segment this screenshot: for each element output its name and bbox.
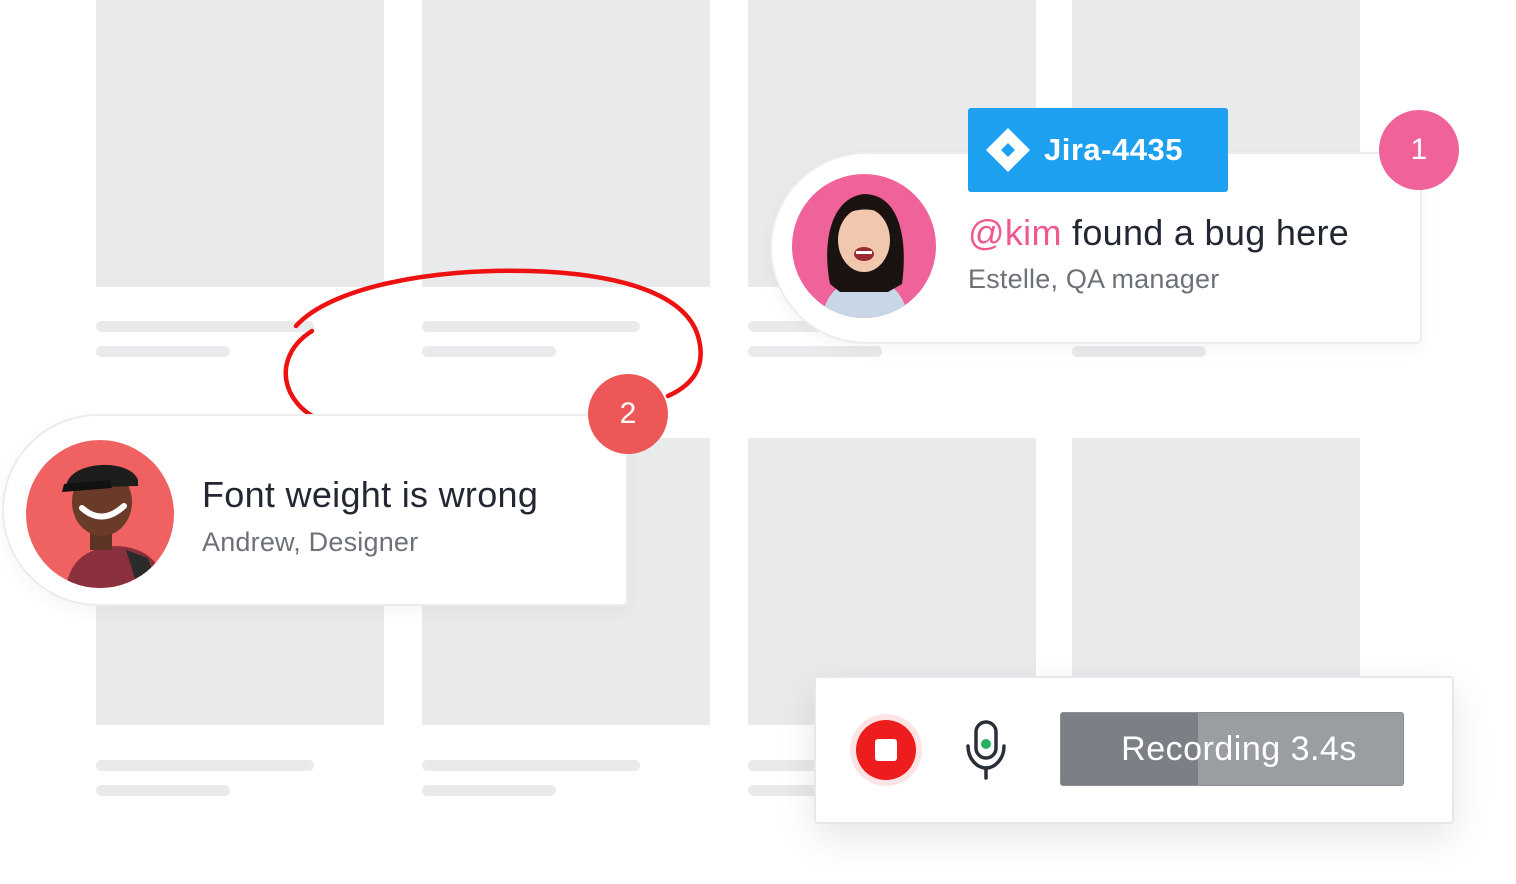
- placeholder-thumbnail: [96, 0, 384, 287]
- comment-number-badge[interactable]: 2: [588, 374, 668, 454]
- comment-title: @kim found a bug here: [968, 212, 1349, 254]
- screen-recorder-panel: Recording 3.4s: [814, 676, 1454, 824]
- comment-title: Font weight is wrong: [202, 474, 539, 515]
- comment-number-badge[interactable]: 1: [1379, 110, 1459, 190]
- stop-recording-button[interactable]: [850, 714, 922, 786]
- stop-icon: [856, 720, 916, 780]
- placeholder-line: [422, 760, 640, 771]
- placeholder-line: [96, 785, 230, 796]
- jira-issue-tag[interactable]: Jira-4435: [968, 108, 1228, 192]
- placeholder-line: [96, 760, 314, 771]
- placeholder-line: [96, 346, 230, 357]
- jira-issue-id: Jira-4435: [1044, 132, 1183, 167]
- placeholder-line: [96, 321, 314, 332]
- comment-title-text: found a bug here: [1061, 212, 1350, 253]
- comment-author: Estelle, QA manager: [968, 264, 1220, 294]
- user-mention[interactable]: @kim: [968, 212, 1062, 253]
- placeholder-line: [1072, 346, 1206, 357]
- comment-card-2[interactable]: Font weight is wrong Andrew, Designer: [2, 414, 628, 606]
- jira-diamond-icon: [986, 128, 1030, 172]
- placeholder-line: [422, 321, 640, 332]
- placeholder-thumbnail: [422, 0, 710, 287]
- recording-progress-bar: Recording 3.4s: [1060, 712, 1404, 786]
- placeholder-line: [422, 346, 556, 357]
- badge-number: 1: [1410, 133, 1428, 166]
- avatar: [792, 174, 936, 318]
- recording-status-label: Recording 3.4s: [1121, 729, 1357, 768]
- placeholder-line: [748, 346, 882, 357]
- microphone-icon[interactable]: [964, 720, 1008, 780]
- badge-number: 2: [619, 397, 637, 430]
- avatar: [26, 440, 174, 588]
- comment-author: Andrew, Designer: [202, 527, 419, 557]
- placeholder-line: [422, 785, 556, 796]
